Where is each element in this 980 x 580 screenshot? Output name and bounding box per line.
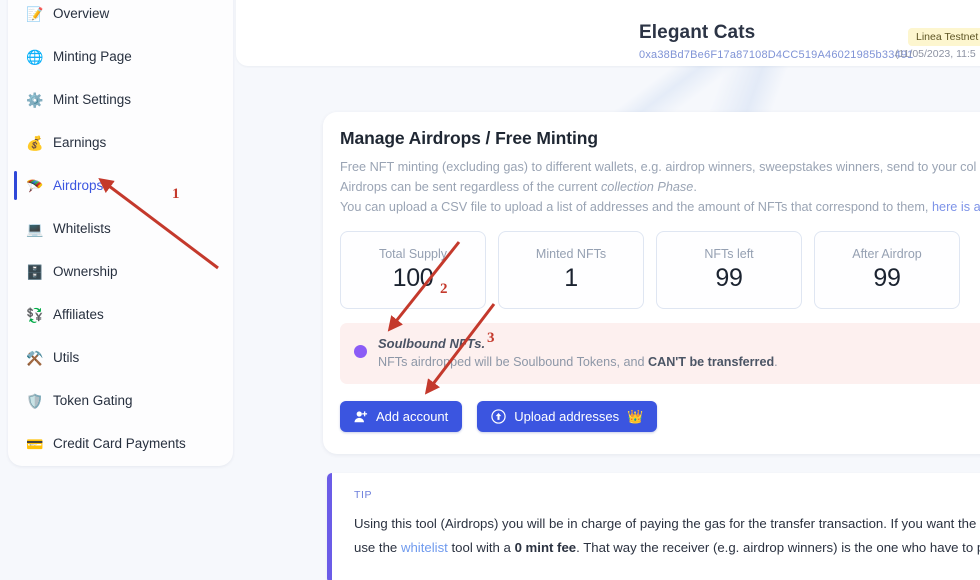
stat-value: 100: [392, 264, 434, 292]
file-box-icon: 🗄️: [26, 263, 44, 280]
sidebar-item-earnings[interactable]: 💰 Earnings: [8, 121, 233, 164]
sidebar-item-minting-page[interactable]: 🌐 Minting Page: [8, 35, 233, 78]
description-line-2: Airdrops can be sent regardless of the c…: [340, 180, 697, 194]
tip-box: TIP Using this tool (Airdrops) you will …: [327, 473, 980, 580]
soulbound-alert: Soulbound NFTs. NFTs airdropped will be …: [340, 323, 980, 384]
parachute-icon: 🪂: [26, 177, 44, 194]
soulbound-alert-title: Soulbound NFTs.: [378, 336, 486, 351]
csv-example-link[interactable]: here is a: [932, 200, 980, 214]
sidebar-item-affiliates[interactable]: 💱 Affiliates: [8, 293, 233, 336]
stat-label: Minted NFTs: [535, 247, 607, 261]
annotation-number-2: 2: [440, 281, 448, 297]
add-account-button[interactable]: Add account: [340, 401, 463, 432]
sidebar-item-label: Overview: [53, 6, 110, 21]
sidebar-item-ownership[interactable]: 🗄️ Ownership: [8, 250, 233, 293]
stat-card-after-airdrop: After Airdrop 99: [814, 231, 960, 309]
whitelist-link[interactable]: whitelist: [401, 540, 448, 555]
card-title: Manage Airdrops / Free Minting: [340, 128, 598, 148]
tip-line-2: use the whitelist tool with a 0 mint fee…: [354, 540, 980, 555]
add-user-icon: [354, 410, 368, 424]
upload-arrow-icon: [491, 409, 506, 424]
deployed-date: (11/05/2023, 11:5: [895, 48, 976, 60]
stat-card-minted-nfts: Minted NFTs 1: [498, 231, 644, 309]
stat-label: After Airdrop: [852, 247, 922, 261]
sidebar-item-whitelists[interactable]: 💻 Whitelists: [8, 207, 233, 250]
sidebar-item-credit-card-payments[interactable]: 💳 Credit Card Payments: [8, 422, 233, 465]
stat-label: NFTs left: [704, 247, 754, 261]
sidebar-item-airdrops[interactable]: 🪂 Airdrops: [8, 164, 233, 207]
upload-addresses-label: Upload addresses: [514, 409, 620, 424]
sidebar-item-label: Airdrops: [53, 178, 104, 193]
cant-be-transferred-strong: CAN'T be transferred: [648, 355, 775, 369]
laptop-icon: 💻: [26, 220, 44, 237]
stat-card-nfts-left: NFTs left 99: [656, 231, 802, 309]
upload-addresses-button[interactable]: Upload addresses 👑: [477, 401, 658, 432]
action-button-row: Add account Upload addresses 👑: [340, 401, 980, 432]
globe-icon: 🌐: [26, 48, 44, 65]
stat-value: 1: [564, 264, 578, 292]
app-root: 📝 Overview 🌐 Minting Page ⚙️ Mint Settings 💰 Ea…: [0, 0, 980, 580]
sidebar-item-label: Mint Settings: [53, 92, 132, 107]
airdrops-card: Manage Airdrops / Free Minting Free NFT …: [323, 112, 980, 454]
add-account-label: Add account: [376, 409, 449, 424]
sidebar-item-label: Affiliates: [53, 307, 104, 322]
sidebar-item-label: Token Gating: [53, 393, 133, 408]
currency-exchange-icon: 💱: [26, 306, 44, 323]
tools-icon: ⚒️: [26, 349, 44, 366]
sidebar-item-label: Earnings: [53, 135, 107, 150]
collection-header: Elegant Cats 0xa38Bd7Be6F17a87108D4CC519…: [236, 0, 980, 66]
credit-card-icon: 💳: [26, 435, 44, 452]
annotation-number-3: 3: [487, 330, 495, 346]
sidebar-item-utils[interactable]: ⚒️ Utils: [8, 336, 233, 379]
note-icon: 📝: [26, 5, 44, 22]
network-badge: Linea Testnet: [908, 28, 980, 46]
description-line-3: You can upload a CSV file to upload a li…: [340, 200, 980, 214]
tip-line-1: Using this tool (Airdrops) you will be i…: [354, 516, 980, 531]
sidebar-item-label: Whitelists: [53, 221, 111, 236]
sidebar-item-label: Ownership: [53, 264, 118, 279]
page-title: Elegant Cats: [639, 22, 756, 43]
shield-icon: 🛡️: [26, 392, 44, 409]
contract-address[interactable]: 0xa38Bd7Be6F17a87108D4CC519A46021985b334…: [639, 49, 913, 61]
sidebar-item-token-gating[interactable]: 🛡️ Token Gating: [8, 379, 233, 422]
sidebar-item-mint-settings[interactable]: ⚙️ Mint Settings: [8, 78, 233, 121]
bullet-dot-icon: [354, 345, 367, 358]
stats-row: Total Supply 100 Minted NFTs 1 NFTs left 99 Af…: [340, 231, 980, 309]
stat-value: 99: [715, 264, 743, 292]
collection-phase-emphasis: collection Phase: [600, 180, 694, 194]
sidebar-item-label: Credit Card Payments: [53, 436, 186, 451]
annotation-number-1: 1: [172, 186, 180, 202]
crown-premium-icon: 👑: [627, 408, 644, 424]
sidebar-item-label: Minting Page: [53, 49, 132, 64]
description-line-1: Free NFT minting (excluding gas) to diff…: [340, 160, 977, 174]
zero-mint-fee-strong: 0 mint fee: [514, 540, 577, 555]
tip-body: Using this tool (Airdrops) you will be i…: [354, 512, 980, 560]
gear-icon: ⚙️: [26, 91, 44, 108]
sidebar-item-overview[interactable]: 📝 Overview: [8, 0, 233, 35]
card-description: Free NFT minting (excluding gas) to diff…: [340, 157, 980, 217]
stat-card-total-supply: Total Supply 100: [340, 231, 486, 309]
stat-label: Total Supply: [378, 247, 448, 261]
stat-value: 99: [873, 264, 901, 292]
sidebar-item-label: Utils: [53, 350, 80, 365]
money-bag-icon: 💰: [26, 134, 44, 151]
soulbound-alert-body: NFTs airdropped will be Soulbound Tokens…: [378, 355, 778, 369]
tip-label: TIP: [354, 489, 373, 501]
sidebar: 📝 Overview 🌐 Minting Page ⚙️ Mint Settings 💰 Ea…: [8, 0, 233, 466]
